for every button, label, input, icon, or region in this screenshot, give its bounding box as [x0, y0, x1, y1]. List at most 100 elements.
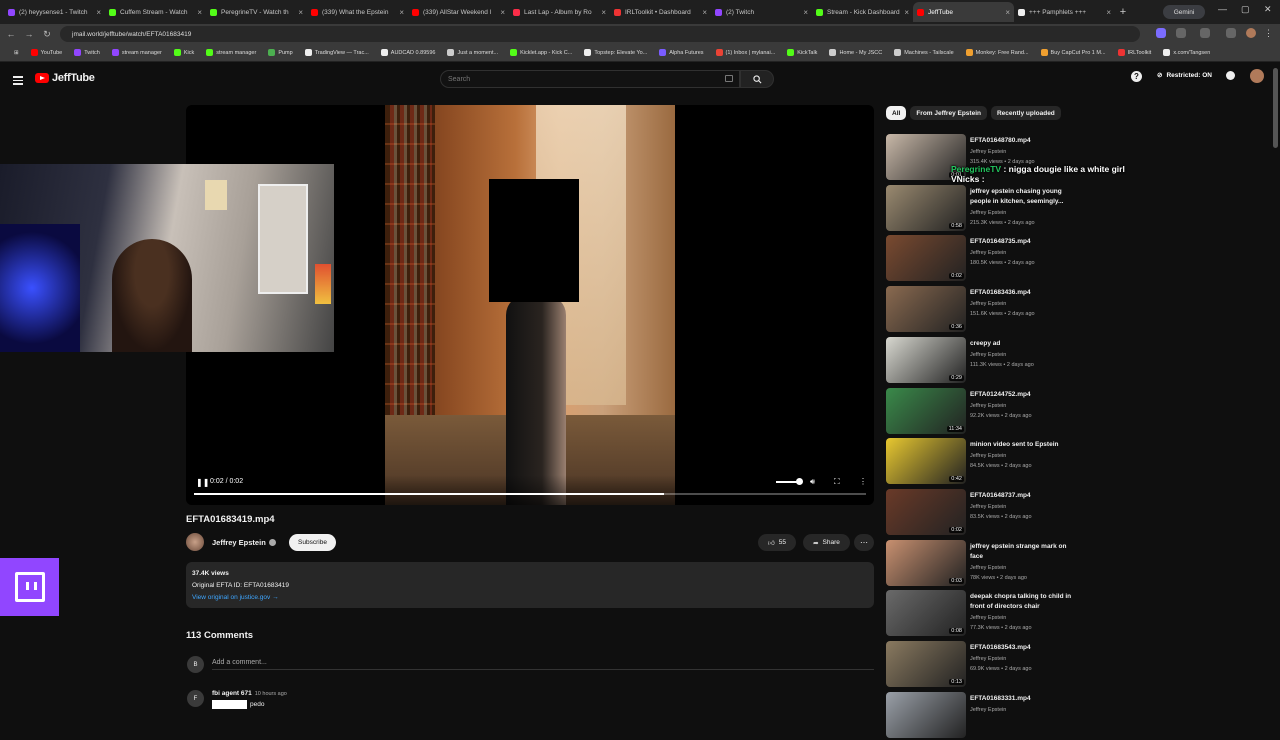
browser-tab[interactable]: Stream - Kick Dashboard × — [812, 2, 913, 22]
video-title[interactable]: EFTA01683331.mp4 — [970, 694, 1080, 704]
forward-icon[interactable]: → — [22, 29, 36, 39]
video-thumbnail[interactable]: 0:08 — [886, 590, 966, 637]
channel-name[interactable]: Jeffrey Epstein — [970, 502, 1080, 512]
bookmark-item[interactable]: stream manager — [106, 49, 168, 56]
bookmark-item[interactable]: Buy CapCut Pro 1 M... — [1035, 49, 1112, 56]
recommended-video[interactable]: 0:29 creepy ad Jeffrey Epstein 111.3K view… — [886, 336, 1146, 385]
bookmark-item[interactable]: stream manager — [200, 49, 262, 56]
apps-icon[interactable]: ⊞ — [8, 50, 25, 56]
bookmark-item[interactable]: YouTube — [25, 49, 69, 56]
recommended-video[interactable]: 0:13 EFTA01683543.mp4 Jeffrey Epstein 69.9… — [886, 641, 1146, 689]
extension-icon[interactable] — [1176, 28, 1186, 38]
recommended-video[interactable]: 0:58 jeffrey epstein chasing young peopl… — [886, 184, 1146, 233]
description-box[interactable]: 37.4K views Original EFTA ID: EFTA016834… — [186, 562, 874, 608]
video-thumbnail[interactable]: 0:29 — [886, 336, 966, 383]
video-title[interactable]: EFTA01683543.mp4 — [970, 643, 1080, 653]
recommended-video[interactable]: 0:02 EFTA01648735.mp4 Jeffrey Epstein 180.… — [886, 235, 1146, 283]
share-button[interactable]: ➦ Share — [803, 534, 850, 551]
bookmark-item[interactable]: AUDCAD 0.89596 — [375, 49, 442, 56]
extension-icon[interactable] — [1156, 28, 1166, 38]
menu-dots-icon[interactable]: ⋮ — [1264, 28, 1274, 38]
filter-chip[interactable]: Recently uploaded — [990, 106, 1061, 120]
recommended-video[interactable]: EFTA01683331.mp4 Jeffrey Epstein — [886, 691, 1146, 740]
video-thumbnail[interactable]: 0:36 — [886, 286, 966, 333]
dark-mode-icon[interactable] — [1226, 71, 1235, 80]
video-title[interactable]: minion video sent to Epstein — [970, 440, 1080, 450]
channel-name[interactable]: Jeffrey Epstein — [970, 147, 1080, 157]
extension-icon[interactable] — [1200, 28, 1210, 38]
more-actions-button[interactable]: ⋯ — [854, 534, 874, 551]
bookmark-item[interactable]: IRLToolkit — [1112, 49, 1158, 56]
browser-tab[interactable]: +++ Pamphlets +++ × — [1014, 2, 1115, 22]
bookmark-item[interactable]: Home - My JSCC — [823, 49, 888, 56]
tab-close-icon[interactable]: × — [500, 8, 505, 17]
bookmark-item[interactable]: KickTalk — [781, 49, 823, 56]
channel-name[interactable]: Jeffrey Epstein — [970, 350, 1080, 360]
add-comment-input[interactable]: Add a comment... — [212, 659, 874, 670]
fullscreen-icon[interactable]: ⛶ — [834, 477, 840, 487]
browser-tab[interactable]: Cuffem Stream - Watch × — [105, 2, 206, 22]
page-scrollbar[interactable] — [1273, 68, 1278, 148]
video-title[interactable]: EFTA01648737.mp4 — [970, 491, 1080, 501]
close-window-icon[interactable]: ✕ — [1264, 4, 1272, 15]
bookmark-item[interactable]: Kick — [168, 49, 200, 56]
video-thumbnail[interactable]: 0:58 — [886, 184, 966, 231]
hamburger-menu-icon[interactable] — [13, 74, 23, 87]
recommended-video[interactable]: 0:42 minion video sent to Epstein Jeffrey… — [886, 438, 1146, 486]
video-thumbnail[interactable]: 0:03 — [886, 539, 966, 586]
bookmark-item[interactable]: Topstep: Elevate Yo... — [578, 49, 653, 56]
tab-close-icon[interactable]: × — [601, 8, 606, 17]
pause-icon[interactable]: ❚❚ — [196, 478, 209, 487]
filter-chip[interactable]: From Jeffrey Epstein — [910, 106, 987, 120]
bookmark-item[interactable]: Alpha Futures — [653, 49, 709, 56]
channel-name[interactable]: Jeffrey Epstein — [970, 208, 1080, 218]
user-avatar[interactable] — [1250, 69, 1264, 83]
video-title[interactable]: creepy ad — [970, 339, 1080, 349]
reload-icon[interactable]: ↻ — [40, 29, 54, 40]
bookmark-item[interactable]: Pump — [262, 49, 298, 56]
restricted-mode-toggle[interactable]: ⊘ Restricted: ON — [1157, 71, 1212, 80]
tab-close-icon[interactable]: × — [399, 8, 404, 17]
bookmark-item[interactable]: x.com/Tangsen — [1157, 49, 1216, 56]
url-input[interactable]: jmail.world/jefftube/watch/EFTA01683419 — [60, 26, 1140, 42]
keyboard-icon[interactable] — [725, 75, 733, 82]
browser-tab[interactable]: (2) Twitch × — [711, 2, 812, 22]
channel-name[interactable]: Jeffrey Epstein — [970, 613, 1080, 623]
channel-name[interactable]: Jeffrey Epstein — [970, 654, 1080, 664]
comment-avatar[interactable]: F — [187, 690, 204, 707]
new-tab-icon[interactable]: + — [1115, 6, 1131, 18]
volume-icon[interactable]: 🔊︎ — [810, 477, 815, 487]
video-thumbnail[interactable]: 0:02 — [886, 488, 966, 535]
browser-tab[interactable]: PeregrineTV - Watch th × — [206, 2, 307, 22]
help-icon[interactable]: ? — [1131, 71, 1142, 82]
video-title[interactable]: jeffrey epstein strange mark on face — [970, 542, 1080, 562]
back-icon[interactable]: ← — [4, 29, 18, 39]
recommended-video[interactable]: 0:02 EFTA01648737.mp4 Jeffrey Epstein 83.5… — [886, 488, 1146, 537]
recommended-video[interactable]: 0:36 EFTA01683436.mp4 Jeffrey Epstein 151.… — [886, 286, 1146, 334]
channel-name[interactable]: Jeffrey Epstein — [970, 705, 1080, 715]
maximize-icon[interactable]: ▢ — [1241, 4, 1250, 15]
bookmark-item[interactable]: Monkey: Free Rand... — [960, 49, 1035, 56]
video-title[interactable]: EFTA01683436.mp4 — [970, 288, 1080, 298]
browser-tab[interactable]: JeffTube × — [913, 2, 1014, 22]
channel-name[interactable]: Jeffrey Epstein — [970, 299, 1080, 309]
tab-close-icon[interactable]: × — [803, 8, 808, 17]
bookmark-item[interactable]: (1) Inbox | mylanai... — [710, 49, 782, 56]
bookmark-item[interactable]: Kicklet.app - Kick C... — [504, 49, 578, 56]
browser-tab[interactable]: (2) heyysense1 - Twitch × — [4, 2, 105, 22]
tab-close-icon[interactable]: × — [1106, 8, 1111, 17]
jefftube-logo[interactable]: JeffTube — [35, 72, 95, 84]
filter-chip[interactable]: All — [886, 106, 907, 120]
search-input[interactable]: Search — [440, 70, 740, 88]
justice-gov-link[interactable]: View original on justice.gov → — [192, 592, 868, 604]
bookmark-item[interactable]: Twitch — [68, 49, 106, 56]
recommended-video[interactable]: 0:08 deepak chopra talking to child in f… — [886, 590, 1146, 638]
video-thumbnail[interactable]: 0:13 — [886, 641, 966, 687]
browser-tab[interactable]: IRLToolkit • Dashboard × — [610, 2, 711, 22]
browser-tab[interactable]: (339) AllStar Weekend l × — [408, 2, 509, 22]
comment-author[interactable]: fbi agent 671 — [212, 690, 252, 697]
tab-close-icon[interactable]: × — [702, 8, 707, 17]
video-title[interactable]: jeffrey epstein chasing young people in … — [970, 187, 1080, 207]
video-thumbnail[interactable]: 11:34 — [886, 387, 966, 434]
tab-close-icon[interactable]: × — [197, 8, 202, 17]
